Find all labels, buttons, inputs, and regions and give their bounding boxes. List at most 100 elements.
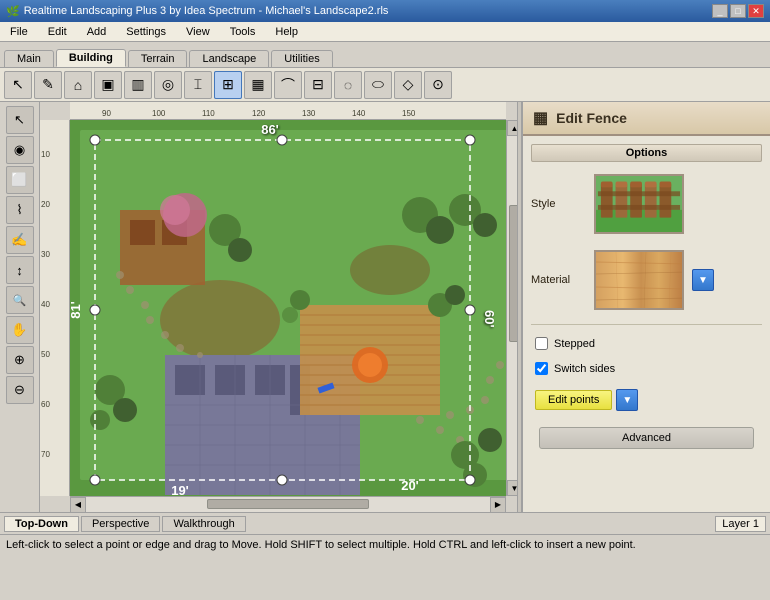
material-preview[interactable] xyxy=(594,250,684,310)
status-text: Left-click to select a point or edge and… xyxy=(6,539,636,551)
horizontal-scrollbar[interactable]: ◀ ▶ xyxy=(70,496,506,512)
panel-splitter[interactable] xyxy=(517,102,522,512)
ruler-left: 10 20 30 40 50 60 70 xyxy=(40,120,70,496)
ruler-mark-v-20: 20 xyxy=(41,200,50,209)
view-tab-topdown[interactable]: Top-Down xyxy=(4,516,79,532)
left-toolbar: ↖ ◉ ⬜ ⌇ ✍ ↕ 🔍 ✋ ⊕ ⊖ xyxy=(0,102,40,512)
menu-view[interactable]: View xyxy=(180,25,216,39)
menu-add[interactable]: Add xyxy=(81,25,113,39)
canvas-area[interactable]: 90 100 110 120 130 140 150 10 20 30 40 5… xyxy=(40,102,522,512)
view-tab-walkthrough[interactable]: Walkthrough xyxy=(162,516,245,532)
tool-fence[interactable]: ⊞ xyxy=(214,71,242,99)
ruler-mark-v-60: 60 xyxy=(41,400,50,409)
edit-points-button[interactable]: Edit points xyxy=(535,390,612,410)
material-label: Material xyxy=(531,274,586,286)
material-row: Material xyxy=(531,246,762,314)
view-tabs: Top-Down Perspective Walkthrough Layer 1 xyxy=(0,512,770,534)
left-tool-paint[interactable]: ◉ xyxy=(6,136,34,164)
menu-settings[interactable]: Settings xyxy=(120,25,172,39)
edit-points-row: Edit points ▼ xyxy=(531,385,762,415)
tool-camera[interactable]: ⊙ xyxy=(424,71,452,99)
scroll-h-track[interactable] xyxy=(86,497,490,512)
minimize-button[interactable]: _ xyxy=(712,4,728,18)
scroll-left-button[interactable]: ◀ xyxy=(70,497,86,513)
tool-pillar[interactable]: ⌶ xyxy=(184,71,212,99)
left-tool-select[interactable]: ↖ xyxy=(6,106,34,134)
app-icon: 🌿 xyxy=(6,5,20,18)
panel-content: Options Style xyxy=(523,136,770,461)
tool-circle[interactable]: ◎ xyxy=(154,71,182,99)
titlebar-controls[interactable]: _ □ ✕ xyxy=(712,4,764,18)
svg-text:81': 81' xyxy=(70,301,83,319)
view-tab-perspective[interactable]: Perspective xyxy=(81,516,160,532)
menu-edit[interactable]: Edit xyxy=(42,25,73,39)
left-tool-area[interactable]: ⬜ xyxy=(6,166,34,194)
tab-utilities[interactable]: Utilities xyxy=(271,50,332,67)
switch-sides-checkbox[interactable] xyxy=(535,362,548,375)
ruler-mark-90: 90 xyxy=(102,109,111,118)
left-tool-zoom-out[interactable]: ⊖ xyxy=(6,376,34,404)
switch-sides-label: Switch sides xyxy=(554,363,615,375)
tool-diamond[interactable]: ◇ xyxy=(394,71,422,99)
material-dropdown-button[interactable]: ▼ xyxy=(692,269,714,291)
ruler-mark-120: 120 xyxy=(252,109,265,118)
left-tool-hand[interactable]: ✋ xyxy=(6,316,34,344)
tool-steps[interactable]: ⊟ xyxy=(304,71,332,99)
tool-pencil[interactable]: ✎ xyxy=(34,71,62,99)
tool-arch[interactable]: ⌒ xyxy=(274,71,302,99)
scroll-h-thumb[interactable] xyxy=(207,499,369,509)
ruler-mark-v-10: 10 xyxy=(41,150,50,159)
svg-text:60': 60' xyxy=(482,310,497,328)
stepped-checkbox[interactable] xyxy=(535,337,548,350)
ruler-mark-130: 130 xyxy=(302,109,315,118)
tab-building[interactable]: Building xyxy=(56,49,126,67)
tool-cursor[interactable]: ↖ xyxy=(4,71,32,99)
svg-text:20': 20' xyxy=(401,478,419,493)
stepped-label: Stepped xyxy=(554,338,595,350)
ruler-mark-v-30: 30 xyxy=(41,250,50,259)
garden-viewport[interactable]: 86' 60' 19' 81' 20' N xyxy=(70,120,506,496)
style-preview[interactable] xyxy=(594,174,684,234)
advanced-button[interactable]: Advanced xyxy=(539,427,754,449)
left-tool-zoom[interactable]: 🔍 xyxy=(6,286,34,314)
menubar: File Edit Add Settings View Tools Help xyxy=(0,22,770,42)
ruler-top: 90 100 110 120 130 140 150 xyxy=(70,102,506,120)
tool-rock[interactable]: ◌ xyxy=(334,71,362,99)
tool-wall[interactable]: ▦ xyxy=(244,71,272,99)
ruler-mark-100: 100 xyxy=(152,109,165,118)
main-content: ↖ ◉ ⬜ ⌇ ✍ ↕ 🔍 ✋ ⊕ ⊖ 90 100 110 120 130 1… xyxy=(0,102,770,512)
ruler-mark-v-50: 50 xyxy=(41,350,50,359)
panel-header: ▦ Edit Fence xyxy=(523,102,770,136)
svg-text:19': 19' xyxy=(171,483,189,496)
tool-box[interactable]: ▣ xyxy=(94,71,122,99)
edit-points-dropdown-button[interactable]: ▼ xyxy=(616,389,638,411)
left-tool-path[interactable]: ⌇ xyxy=(6,196,34,224)
tool-box2[interactable]: ▥ xyxy=(124,71,152,99)
titlebar: 🌿 Realtime Landscaping Plus 3 by Idea Sp… xyxy=(0,0,770,22)
ruler-mark-150: 150 xyxy=(402,109,415,118)
switch-sides-row: Switch sides xyxy=(531,360,762,377)
tool-home[interactable]: ⌂ xyxy=(64,71,92,99)
maximize-button[interactable]: □ xyxy=(730,4,746,18)
close-button[interactable]: ✕ xyxy=(748,4,764,18)
toolbar: ↖ ✎ ⌂ ▣ ▥ ◎ ⌶ ⊞ ▦ ⌒ ⊟ ◌ ⬭ ◇ ⊙ xyxy=(0,68,770,102)
ruler-mark-v-70: 70 xyxy=(41,450,50,459)
left-tool-measure[interactable]: ↕ xyxy=(6,256,34,284)
menu-file[interactable]: File xyxy=(4,25,34,39)
menu-tools[interactable]: Tools xyxy=(224,25,262,39)
tab-main[interactable]: Main xyxy=(4,50,54,67)
scroll-right-button[interactable]: ▶ xyxy=(490,497,506,513)
layer-indicator: Layer 1 xyxy=(715,516,766,532)
left-tool-zoom-in[interactable]: ⊕ xyxy=(6,346,34,374)
ruler-mark-v-40: 40 xyxy=(41,300,50,309)
panel-title: Edit Fence xyxy=(556,110,627,126)
left-tool-pen[interactable]: ✍ xyxy=(6,226,34,254)
fence-panel-icon: ▦ xyxy=(533,108,548,128)
menu-help[interactable]: Help xyxy=(269,25,304,39)
tab-terrain[interactable]: Terrain xyxy=(128,50,188,67)
options-section-header: Options xyxy=(531,144,762,162)
tool-oval[interactable]: ⬭ xyxy=(364,71,392,99)
edit-fence-panel: ▦ Edit Fence Options Style xyxy=(522,102,770,512)
ruler-mark-110: 110 xyxy=(202,109,215,118)
tab-landscape[interactable]: Landscape xyxy=(189,50,269,67)
